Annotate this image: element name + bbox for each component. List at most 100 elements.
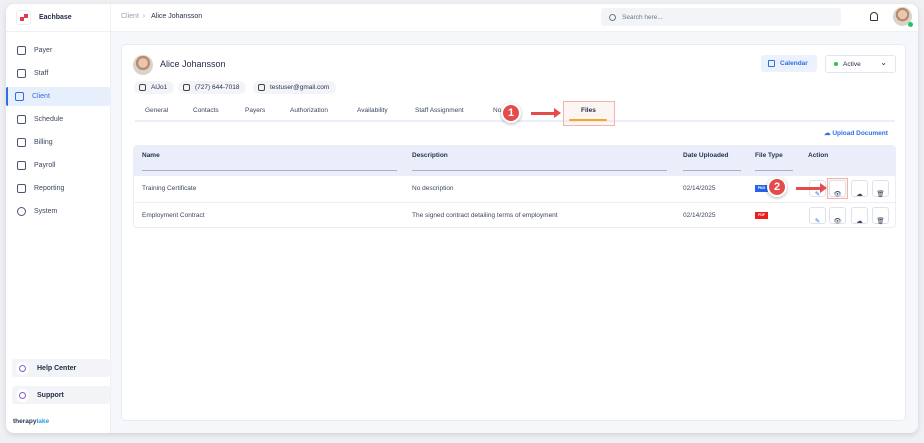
sidebar-item-label: Payroll: [34, 162, 56, 169]
cloud-download-icon: ☁: [856, 218, 863, 225]
sidebar: Eachbase Payer Staff Client Schedule Bil…: [6, 4, 111, 433]
brand-a: therapy: [13, 418, 37, 425]
logo: Eachbase: [6, 4, 110, 32]
sidebar-item-label: Payer: [34, 47, 53, 54]
payroll-icon: [17, 161, 26, 170]
cloud-download-icon: ☁: [856, 191, 863, 198]
calendar-icon: [17, 115, 26, 124]
edit-icon: ✎: [814, 218, 821, 225]
sidebar-item-label: Schedule: [34, 116, 64, 123]
user-icon: [15, 92, 24, 101]
sidebar-item-payroll[interactable]: Payroll: [10, 156, 110, 175]
client-card: Alice Johansson AlJo1 (727) 644-7018 tes…: [121, 44, 906, 421]
view-button[interactable]: 👁: [829, 180, 846, 198]
sidebar-item-staff[interactable]: Staff: [10, 64, 110, 83]
eye-icon: 👁: [833, 191, 842, 198]
download-button[interactable]: ☁: [851, 180, 868, 198]
breadcrumb-current: Alice Johansson: [151, 13, 203, 20]
billing-icon: [17, 138, 26, 147]
file-description: The signed contract detailing terms of e…: [412, 212, 558, 219]
gear-icon: [17, 207, 26, 216]
sidebar-item-billing[interactable]: Billing: [10, 133, 110, 152]
client-email: testuser@gmail.com: [270, 84, 330, 91]
report-icon: [17, 184, 26, 193]
search-icon: [609, 13, 616, 21]
client-id: AlJo1: [151, 84, 168, 91]
bell-icon[interactable]: [870, 12, 878, 21]
breadcrumb: Client › Alice Johansson: [121, 13, 203, 20]
phone-pill: (727) 644-7018: [178, 81, 247, 94]
sidebar-item-client[interactable]: Client: [6, 87, 110, 106]
client-phone: (727) 644-7018: [195, 84, 240, 91]
help-center-button[interactable]: Help Center: [12, 359, 110, 377]
status-dot: [834, 62, 838, 66]
col-description: Description: [412, 152, 448, 159]
sidebar-item-label: Reporting: [34, 185, 65, 192]
delete-button[interactable]: 🗑: [872, 207, 889, 225]
chevron-down-icon: ⌄: [880, 58, 887, 67]
headset-icon: [16, 388, 29, 402]
help-icon: [16, 361, 29, 375]
support-button[interactable]: Support: [12, 386, 110, 404]
sidebar-item-label: System: [34, 208, 58, 215]
client-name: Alice Johansson: [160, 59, 226, 69]
trash-icon: 🗑: [876, 191, 885, 198]
brand-b: lake: [36, 418, 50, 425]
col-date: Date Uploaded: [683, 152, 729, 159]
app-window: Eachbase Payer Staff Client Schedule Bil…: [6, 4, 918, 433]
sidebar-item-label: Client: [32, 93, 50, 100]
sidebar-item-payer[interactable]: Payer: [10, 41, 110, 60]
tab-general[interactable]: General: [145, 107, 168, 114]
file-name: Employment Contract: [142, 212, 205, 219]
sidebar-item-reporting[interactable]: Reporting: [10, 179, 110, 198]
calendar-icon: [768, 60, 775, 67]
tab-payers[interactable]: Payers: [245, 107, 265, 114]
client-id-pill: AlJo1: [134, 81, 175, 94]
search-input[interactable]: Search here...: [601, 8, 841, 26]
help-label: Help Center: [37, 364, 77, 372]
calendar-button[interactable]: Calendar: [761, 55, 817, 72]
upload-document-button[interactable]: ☁ Upload Document: [824, 129, 888, 137]
delete-button[interactable]: 🗑: [872, 180, 889, 198]
brand-logo: therapylake: [13, 418, 49, 425]
sidebar-item-label: Staff: [34, 70, 49, 77]
edit-button[interactable]: ✎: [809, 207, 826, 225]
online-dot: [908, 22, 913, 27]
top-bar: Client › Alice Johansson Search here...: [111, 4, 918, 32]
support-label: Support: [37, 391, 64, 399]
upload-label: Upload Document: [832, 130, 888, 137]
status-value: Active: [843, 60, 861, 68]
step-badge-1: 1: [501, 103, 521, 123]
eye-icon: 👁: [833, 218, 842, 225]
client-avatar: [133, 55, 153, 75]
pdf-file-icon: PDF: [755, 212, 768, 219]
search-placeholder: Search here...: [622, 13, 663, 21]
breadcrumb-client[interactable]: Client: [121, 13, 139, 20]
app-name: Eachbase: [39, 14, 72, 21]
table-row: Employment Contract The signed contract …: [134, 202, 895, 227]
tab-staff-assignment[interactable]: Staff Assignment: [415, 107, 464, 114]
status-select[interactable]: Active ⌄: [825, 55, 896, 73]
download-button[interactable]: ☁: [851, 207, 868, 225]
arrow-icon: [796, 183, 827, 193]
tab-contacts[interactable]: Contacts: [193, 107, 219, 114]
step-badge-2: 2: [767, 177, 787, 197]
arrow-icon: [531, 108, 561, 118]
sidebar-item-label: Billing: [34, 139, 53, 146]
file-name: Training Certificate: [142, 185, 197, 192]
view-button[interactable]: 👁: [829, 207, 846, 225]
sidebar-item-system[interactable]: System: [10, 202, 110, 221]
col-name: Name: [142, 152, 160, 159]
col-file-type: File Type: [755, 152, 783, 159]
tab-availability[interactable]: Availability: [357, 107, 388, 114]
col-action: Action: [808, 152, 829, 159]
logo-icon: [16, 10, 31, 25]
tab-authorization[interactable]: Authorization: [290, 107, 328, 114]
mail-icon: [258, 84, 265, 91]
sidebar-item-schedule[interactable]: Schedule: [10, 110, 110, 129]
tab-files[interactable]: Files: [581, 107, 596, 114]
calendar-label: Calendar: [780, 60, 808, 67]
active-tab-indicator: [569, 119, 607, 121]
table-header: Name Description Date Uploaded File Type…: [134, 146, 895, 175]
trash-icon: 🗑: [876, 218, 885, 225]
